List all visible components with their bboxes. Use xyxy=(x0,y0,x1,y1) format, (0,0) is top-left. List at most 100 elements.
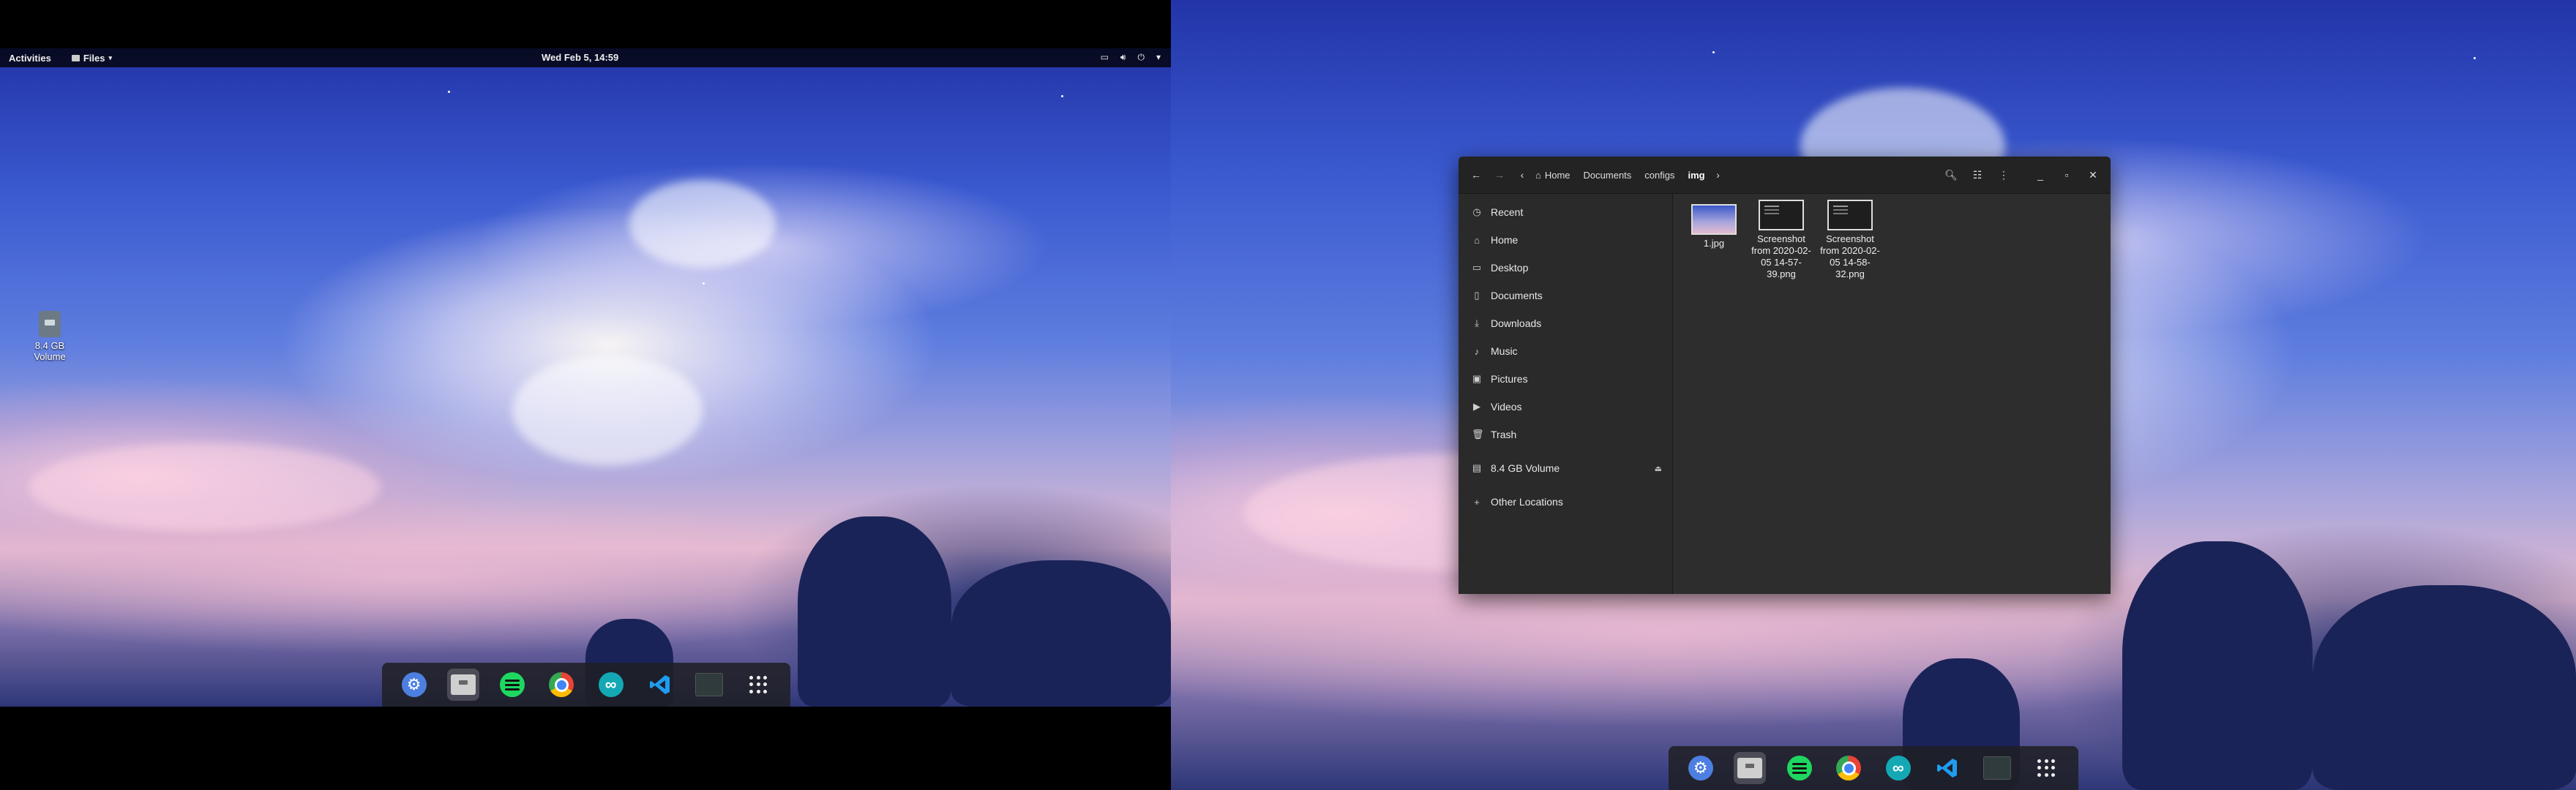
dock-show-apps[interactable] xyxy=(742,669,774,701)
sidebar-item-videos[interactable]: ▶ Videos xyxy=(1459,393,1672,421)
sidebar-item-label: Videos xyxy=(1491,401,1522,413)
breadcrumb-scroll-left[interactable]: ‹ xyxy=(1516,163,1529,187)
breadcrumb-configs[interactable]: configs xyxy=(1638,164,1681,186)
forward-button[interactable]: → xyxy=(1488,163,1511,187)
dock-vscode[interactable] xyxy=(1931,752,1963,784)
menu-button[interactable]: ⋮ xyxy=(1992,163,2015,187)
home-icon: ⌂ xyxy=(1535,169,1541,181)
places-sidebar: ◷ Recent ⌂ Home ▭ Desktop ▯ Documents ⤓ Downl… xyxy=(1459,194,1673,594)
dock-arduino[interactable]: ∞ xyxy=(1882,752,1914,784)
view-options-button[interactable]: ☷ xyxy=(1966,163,1989,187)
picture-icon: ▣ xyxy=(1472,373,1482,384)
activities-button[interactable]: Activities xyxy=(9,53,51,64)
close-button[interactable]: ✕ xyxy=(2081,163,2105,187)
sidebar-item-label: Documents xyxy=(1491,290,1543,301)
sidebar-item-desktop[interactable]: ▭ Desktop xyxy=(1459,254,1672,282)
breadcrumb-img[interactable]: img xyxy=(1682,164,1712,186)
home-icon: ⌂ xyxy=(1474,234,1480,246)
sidebar-item-recent[interactable]: ◷ Recent xyxy=(1459,198,1672,226)
kebab-menu-icon: ⋮ xyxy=(1999,168,2009,181)
clock-icon: ◷ xyxy=(1472,206,1481,217)
files-app-icon xyxy=(71,54,80,61)
desktop-icon: ▭ xyxy=(1472,262,1482,273)
trash-icon: 🗑︎ xyxy=(1472,429,1484,440)
vscode-icon xyxy=(1935,756,1960,780)
sidebar-item-volume[interactable]: ▤ 8.4 GB Volume ⏏ xyxy=(1459,454,1672,482)
dock: ⚙ ∞ xyxy=(382,663,790,707)
left-monitor: Activities Files ▾ Wed Feb 5, 14:59 ▭ 🔊︎… xyxy=(0,0,1171,790)
minimize-icon: _ xyxy=(2037,169,2043,181)
breadcrumb: ‹ ⌂ Home Documents configs img › xyxy=(1516,162,1725,187)
chrome-icon xyxy=(549,672,574,697)
dock-spotify[interactable] xyxy=(496,669,528,701)
eject-icon[interactable]: ⏏ xyxy=(1655,464,1662,473)
breadcrumb-documents[interactable]: Documents xyxy=(1577,164,1639,186)
dock-terminal[interactable] xyxy=(1981,752,2013,784)
search-button[interactable]: 🔍︎ xyxy=(1939,163,1963,187)
sidebar-item-label: Downloads xyxy=(1491,317,1542,329)
terminal-icon xyxy=(695,673,724,696)
video-icon: ▶ xyxy=(1473,401,1480,412)
sidebar-item-label: Trash xyxy=(1491,429,1517,440)
settings-icon: ⚙ xyxy=(1688,756,1713,780)
sidebar-item-home[interactable]: ⌂ Home xyxy=(1459,226,1672,254)
file-view[interactable]: 1.jpg Screenshot from 2020-02-05 14-57-3… xyxy=(1673,194,2111,594)
close-icon: ✕ xyxy=(2089,168,2097,181)
dock-settings[interactable]: ⚙ xyxy=(398,669,430,701)
sidebar-item-label: Other Locations xyxy=(1491,496,1563,508)
file-item[interactable]: 1.jpg xyxy=(1682,198,1746,249)
sidebar-item-label: Recent xyxy=(1491,206,1524,218)
sidebar-item-downloads[interactable]: ⤓ Downloads xyxy=(1459,309,1672,337)
document-icon: ▯ xyxy=(1474,290,1480,301)
dock-chrome[interactable] xyxy=(1832,752,1865,784)
sidebar-item-documents[interactable]: ▯ Documents xyxy=(1459,282,1672,309)
spotify-icon xyxy=(1786,756,1812,780)
show-apps-icon xyxy=(2037,759,2055,777)
system-tray[interactable]: ▭ 🔊︎ ⏻ ▾ xyxy=(1101,52,1161,63)
chevron-right-icon: › xyxy=(1716,169,1720,181)
minimize-button[interactable]: _ xyxy=(2029,163,2052,187)
sidebar-item-pictures[interactable]: ▣ Pictures xyxy=(1459,365,1672,393)
terminal-icon xyxy=(1982,756,2011,780)
sidebar-item-label: Pictures xyxy=(1491,373,1528,385)
download-icon: ⤓ xyxy=(1475,317,1479,328)
chevron-down-icon: ▾ xyxy=(108,53,112,61)
dock-files[interactable] xyxy=(446,669,479,701)
dock-arduino[interactable]: ∞ xyxy=(595,669,627,701)
spotify-icon xyxy=(500,672,525,697)
dock-terminal[interactable] xyxy=(693,669,725,701)
sidebar-item-label: Desktop xyxy=(1491,262,1529,274)
clock[interactable]: Wed Feb 5, 14:59 xyxy=(542,52,618,63)
dock-files[interactable] xyxy=(1734,752,1767,784)
breadcrumb-scroll-right[interactable]: › xyxy=(1712,163,1725,187)
desktop-volume-icon[interactable]: 8.4 GB Volume xyxy=(26,311,73,362)
plus-icon: + xyxy=(1474,496,1480,508)
breadcrumb-home[interactable]: ⌂ Home xyxy=(1529,164,1577,186)
sidebar-item-trash[interactable]: 🗑︎ Trash xyxy=(1459,421,1672,448)
top-bar: Activities Files ▾ Wed Feb 5, 14:59 ▭ 🔊︎… xyxy=(0,48,1171,67)
arduino-icon: ∞ xyxy=(1885,756,1911,780)
back-button[interactable]: ← xyxy=(1464,163,1488,187)
arduino-icon: ∞ xyxy=(598,672,624,697)
screen-icon: ▭ xyxy=(1100,52,1109,62)
dock: ⚙ ∞ xyxy=(1669,746,2078,790)
dock-chrome[interactable] xyxy=(545,669,577,701)
dock-settings[interactable]: ⚙ xyxy=(1685,752,1717,784)
drive-icon xyxy=(39,311,61,337)
dock-spotify[interactable] xyxy=(1783,752,1816,784)
files-icon xyxy=(1737,758,1763,778)
drive-icon: ▤ xyxy=(1472,462,1482,473)
screenshot-thumbnail xyxy=(1759,200,1804,230)
vscode-icon xyxy=(648,672,673,697)
sidebar-item-music[interactable]: ♪ Music xyxy=(1459,337,1672,365)
sidebar-item-label: Home xyxy=(1491,234,1519,246)
dock-vscode[interactable] xyxy=(644,669,676,701)
file-item[interactable]: Screenshot from 2020-02-05 14-57-39.png xyxy=(1749,194,1813,280)
dock-show-apps[interactable] xyxy=(2030,752,2062,784)
search-icon: 🔍︎ xyxy=(1944,168,1958,181)
sidebar-item-other-locations[interactable]: + Other Locations xyxy=(1459,488,1672,516)
maximize-button[interactable]: ▫ xyxy=(2055,163,2078,187)
file-item[interactable]: Screenshot from 2020-02-05 14-58-32.png xyxy=(1818,194,1882,280)
app-menu[interactable]: Files ▾ xyxy=(71,53,112,64)
list-view-icon: ☷ xyxy=(1972,168,1982,181)
